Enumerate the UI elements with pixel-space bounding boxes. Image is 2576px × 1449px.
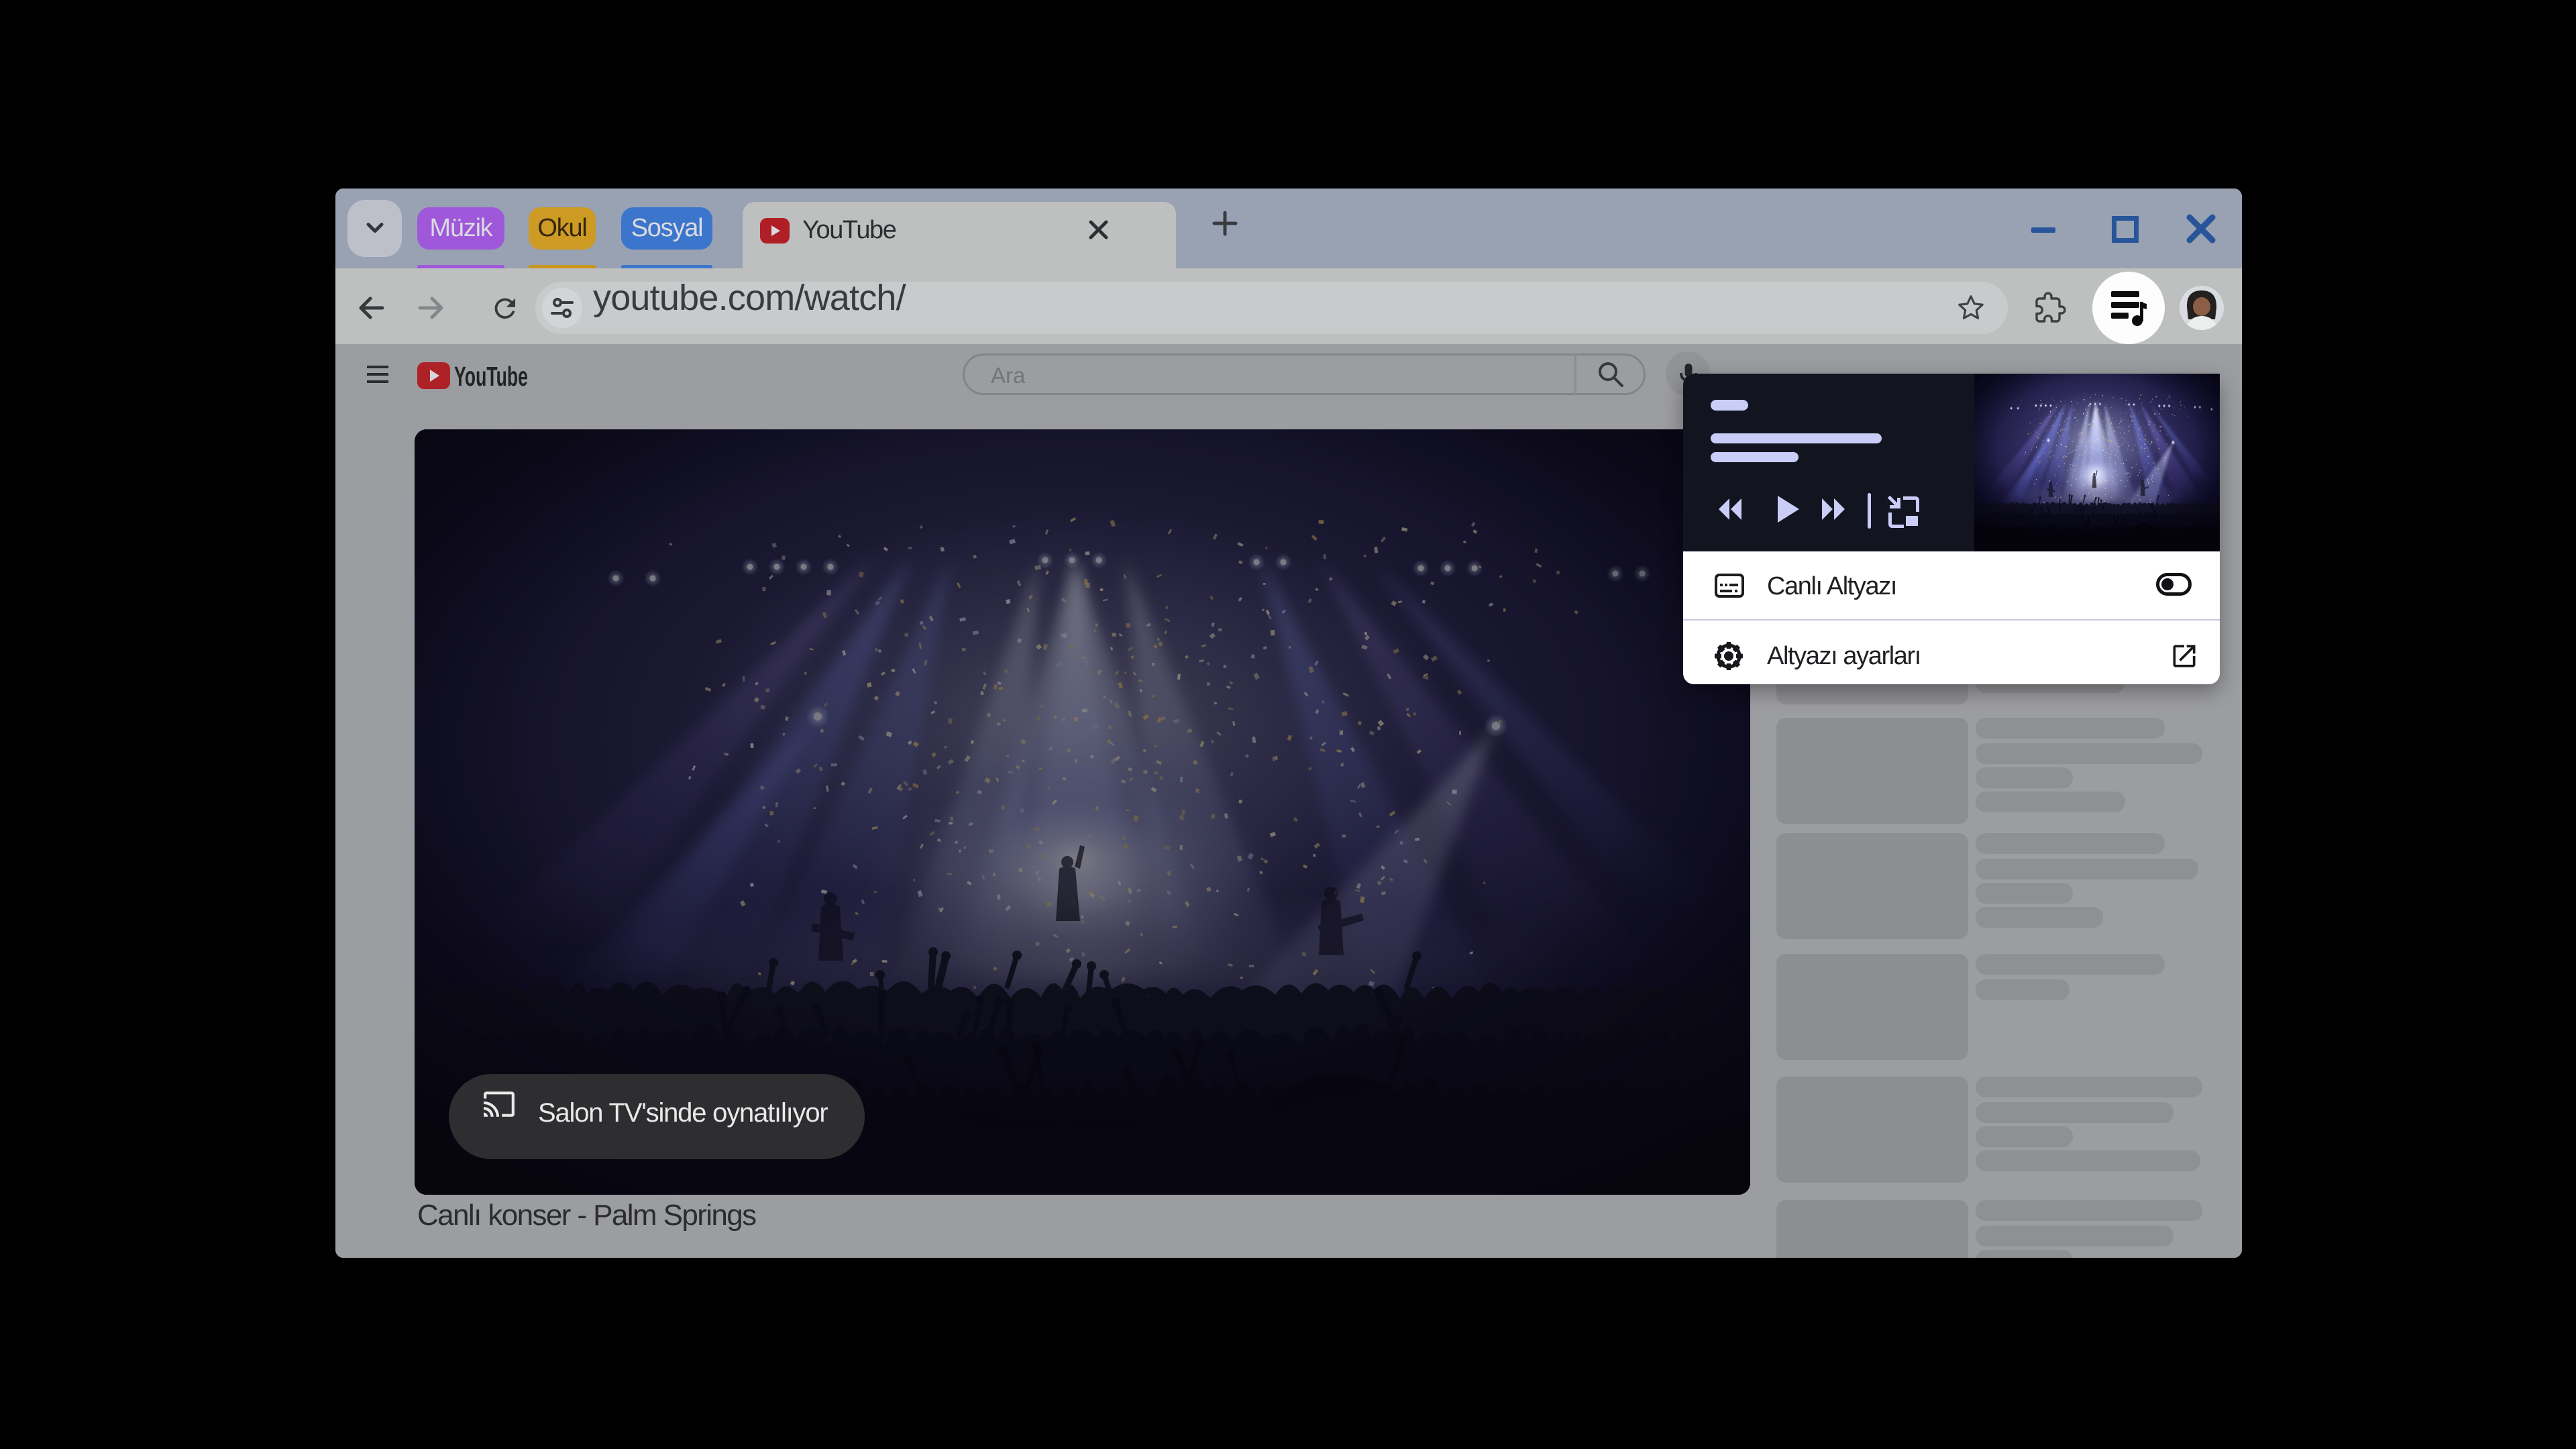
svg-text:YouTube: YouTube	[454, 361, 528, 392]
